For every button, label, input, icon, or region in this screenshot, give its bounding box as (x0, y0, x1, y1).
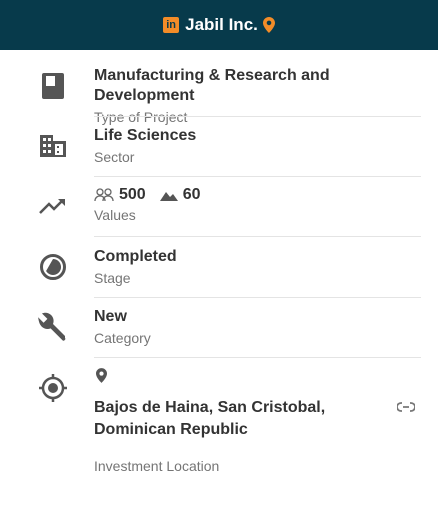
divider (94, 176, 421, 177)
values-label: Values (94, 207, 136, 223)
link-icon[interactable] (396, 399, 416, 417)
landscape-icon (159, 189, 178, 201)
project-type-label: Type of Project (94, 109, 188, 125)
divider (94, 297, 421, 298)
map-pin-icon[interactable] (262, 17, 275, 33)
trending-up-icon (37, 190, 69, 222)
project-type-value: Manufacturing & Research and Development (94, 67, 330, 104)
sector-value: Life Sciences (94, 127, 197, 144)
map-pin-icon[interactable] (94, 368, 421, 388)
building-icon (37, 130, 69, 162)
divider (94, 236, 421, 237)
book-icon (37, 70, 69, 102)
category-label: Category (94, 330, 151, 346)
company-title: Jabil Inc. (185, 15, 258, 34)
linkedin-icon[interactable]: in (163, 17, 180, 33)
people-icon (94, 188, 114, 202)
header: in Jabil Inc. (0, 0, 438, 50)
category-value: New (94, 308, 127, 325)
target-location-icon (37, 372, 69, 404)
landscape-value: 60 (182, 186, 201, 203)
wrench-icon (37, 311, 69, 343)
people-value: 500 (119, 186, 146, 203)
location-address: Bajos de Haina, San Cristobal, Dominican… (94, 399, 326, 438)
divider (94, 116, 421, 117)
location-label: Investment Location (94, 458, 220, 474)
sector-label: Sector (94, 149, 135, 165)
stage-label: Stage (94, 270, 131, 286)
divider (94, 357, 421, 358)
stage-pie-icon (37, 251, 69, 283)
stage-value: Completed (94, 248, 177, 265)
